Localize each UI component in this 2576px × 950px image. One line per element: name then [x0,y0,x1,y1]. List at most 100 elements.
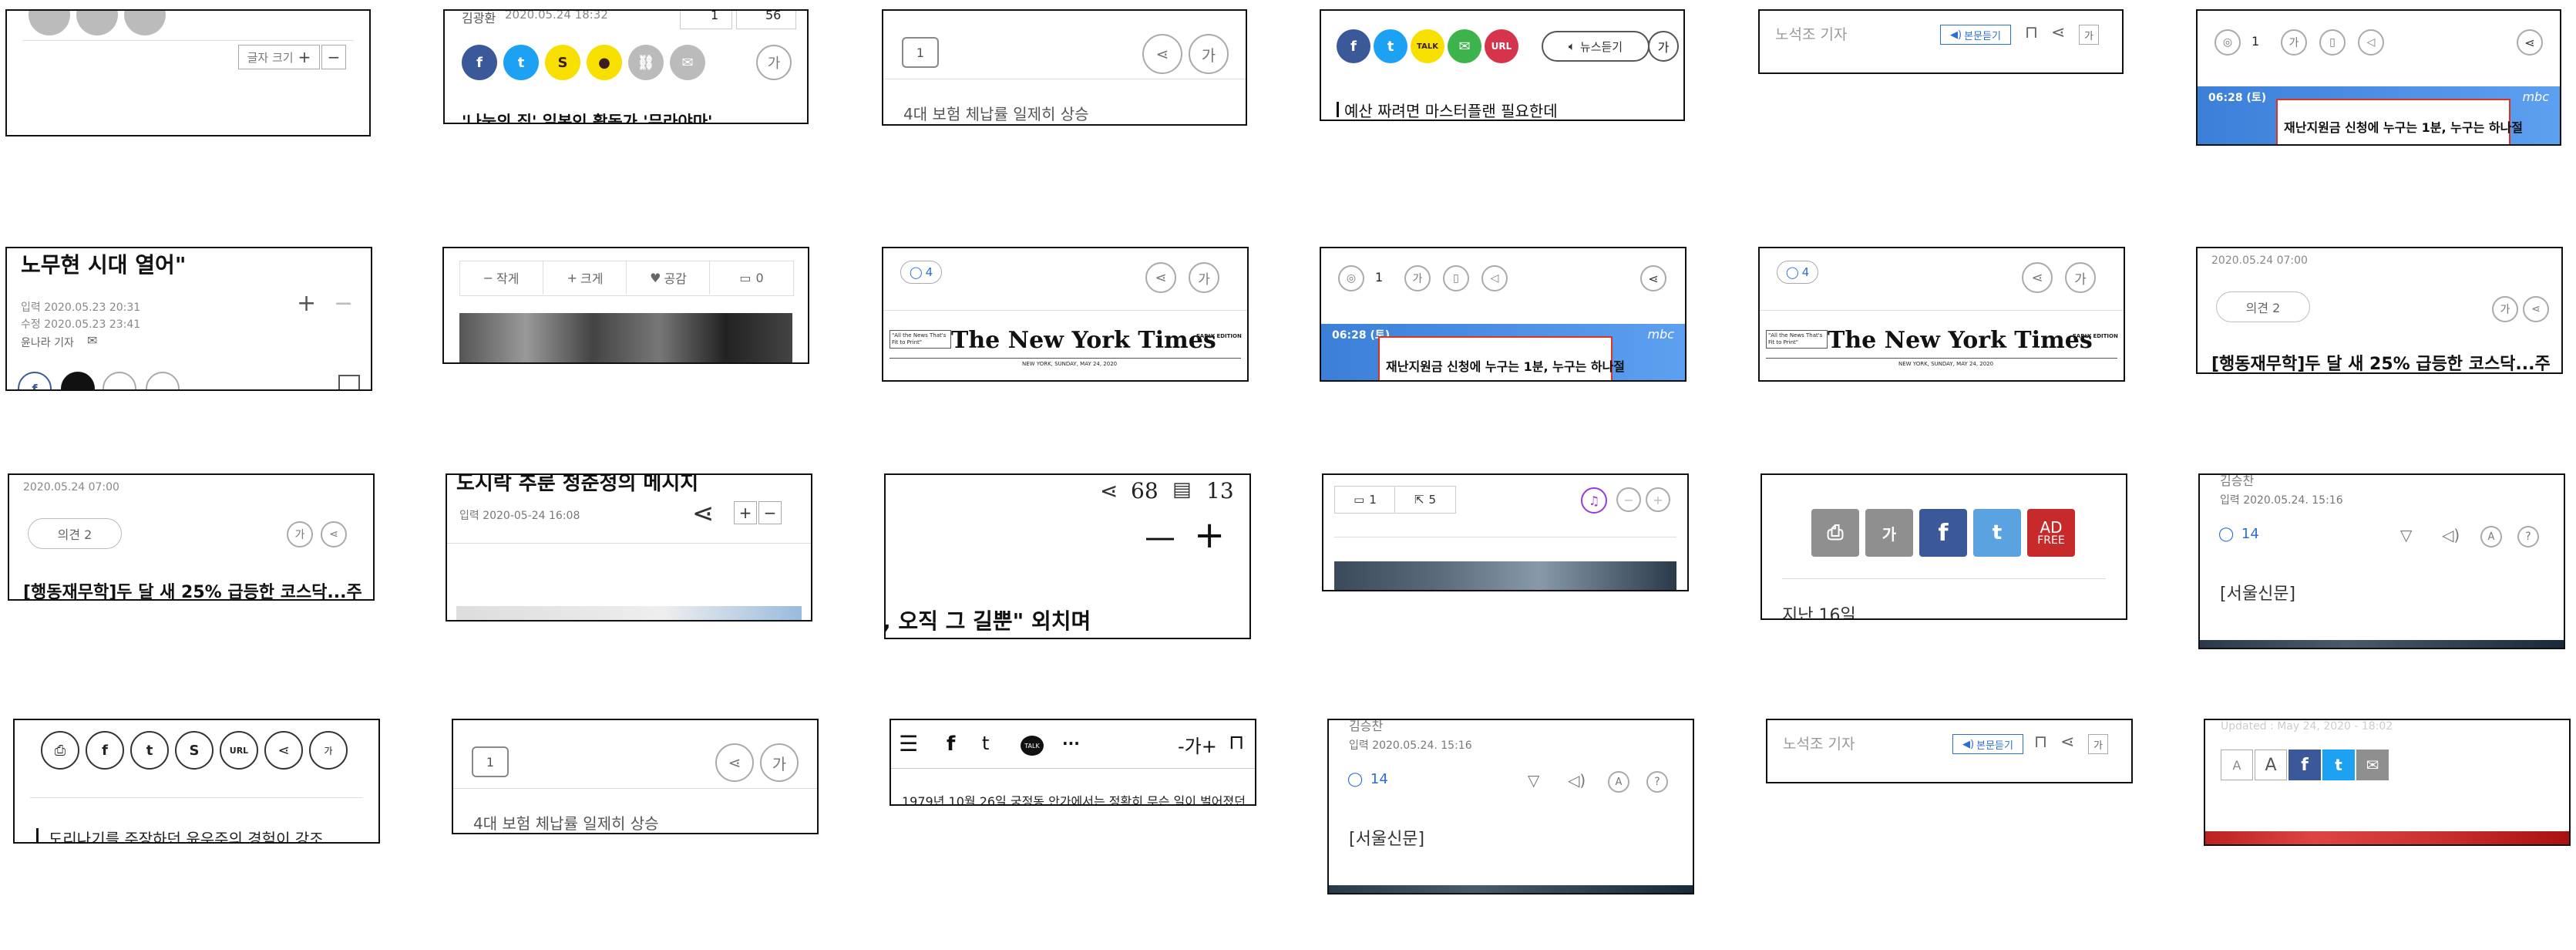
like-button[interactable]: ♥ 공감 [626,261,710,295]
email-icon[interactable]: ✉ [87,333,97,348]
filter-icon[interactable]: ▽ [2400,526,2412,544]
share-icon[interactable]: ⋖ [2517,29,2543,56]
comment-count-button[interactable]: 1 [902,37,939,68]
kakaotalk-icon[interactable]: TALK [1411,29,1444,63]
like-count-badge[interactable] [680,11,732,29]
font-size-plus-button[interactable]: + [1646,487,1670,512]
link-icon[interactable] [103,372,136,389]
font-size-button[interactable]: 가 [1404,265,1431,291]
font-size-minus-button[interactable]: − [1616,487,1641,512]
share-icon[interactable]: ⋖ [321,521,347,547]
comment-count-button[interactable]: ◯ 4 [1777,261,1818,284]
bookmark-icon[interactable]: ⊓ [2025,23,2038,42]
url-copy-icon[interactable]: URL [220,731,258,770]
large-text-button[interactable]: + 크게 [543,261,627,295]
share-icon[interactable]: ⋖ [2022,262,2053,293]
share-icon[interactable]: ⋖ [2051,23,2065,42]
more-icon[interactable] [146,372,180,389]
font-size-button[interactable]: 가 [287,521,313,547]
small-text-button[interactable]: − 작게 [459,261,543,295]
speaker-icon[interactable]: ◁ [1481,265,1508,291]
font-size-plus-button[interactable]: + [734,501,757,524]
email-icon[interactable]: ✉ [2356,750,2389,780]
facebook-icon[interactable]: f [2288,750,2321,780]
facebook-icon[interactable]: f [1337,29,1370,63]
translate-icon[interactable]: A [1608,771,1629,793]
ad-free-button[interactable]: AD FREE [2027,509,2075,557]
twitter-icon[interactable]: t [503,45,539,80]
bookmark-icon[interactable]: ▯ [2319,29,2346,56]
kakaotalk-icon[interactable] [61,372,95,389]
comment-count-button[interactable]: ◯ 4 [900,261,942,284]
font-size-button[interactable]: 가 [756,45,792,80]
share-icon[interactable]: ⋖ [264,731,303,770]
font-size-plus-button[interactable]: + [298,48,311,66]
share-icon[interactable]: ⋖ [1100,478,1118,504]
share-circle-button[interactable] [124,11,166,35]
share-icon[interactable]: ⋖ [1640,265,1666,291]
bookmark-icon[interactable] [338,375,360,389]
url-copy-icon[interactable]: URL [1485,29,1518,63]
headphones-icon[interactable]: ♫ [1581,487,1607,514]
font-size-button[interactable]: 가 [2065,262,2096,293]
share-circle-button[interactable] [29,11,70,35]
share-icon[interactable]: ⋖ [2060,733,2074,752]
font-size-button[interactable]: 가 [2088,734,2108,754]
email-icon[interactable]: ✉ [1448,29,1481,63]
font-size-larger-button[interactable]: A [2255,750,2287,780]
opinion-count-button[interactable]: 의견 2 [2216,291,2310,322]
comment-icon[interactable]: ▤ [1172,478,1192,501]
email-icon[interactable]: ✉ [670,45,705,80]
font-size-button[interactable]: 가 [309,731,348,770]
body-listen-button[interactable]: ◀︎) 본문듣기 [1940,25,2011,45]
font-size-smaller-button[interactable]: A [2221,750,2253,780]
filter-icon[interactable]: ▽ [1528,771,1539,790]
twitter-icon[interactable]: t [982,733,989,754]
twitter-icon[interactable]: t [2322,750,2355,780]
font-size-button[interactable]: 가 [760,743,799,782]
help-icon[interactable]: ? [1646,771,1668,793]
speaker-icon[interactable]: ◁) [1568,771,1586,790]
more-icon[interactable]: ··· [1062,734,1080,753]
link-icon[interactable]: ⛓ [628,45,664,80]
facebook-icon[interactable]: f [1919,509,1967,557]
twitter-icon[interactable]: t [1973,509,2021,557]
comment-icon[interactable]: ◎ [1338,265,1364,291]
share-icon[interactable]: ⋖ [692,498,715,529]
font-size-minus-button[interactable]: − [758,501,782,524]
speaker-icon[interactable]: ◁) [2442,526,2460,544]
news-listen-button[interactable]: 🔈︎ 뉴스듣기 [1542,31,1650,62]
font-size-button[interactable]: 가 [1189,262,1219,293]
font-size-plus-button[interactable]: + [1194,514,1225,557]
kakaotalk-icon[interactable]: ● [587,45,622,80]
speaker-icon[interactable]: ◁ [2358,29,2384,56]
hamburger-icon[interactable]: ☰ [899,731,918,756]
print-icon[interactable]: ⎙ [1811,509,1859,557]
bookmark-icon[interactable]: ▯ [1443,265,1469,291]
share-icon[interactable]: ⋖ [1142,34,1182,74]
font-size-button[interactable]: 가 [2281,29,2307,56]
share-icon[interactable]: ⋖ [715,743,754,782]
facebook-icon[interactable]: f [462,45,497,80]
comment-count-button[interactable]: 1 [472,746,509,777]
font-size-button[interactable]: 가 [1648,31,1679,62]
font-size-minus-button[interactable]: — [1145,520,1175,555]
kakaostory-icon[interactable]: S [545,45,580,80]
font-size-button[interactable]: 가 [2492,296,2518,322]
comment-button[interactable]: ◯ 14 [2218,526,2259,542]
print-icon[interactable]: ⎙ [41,731,79,770]
font-size-minus-button[interactable]: − [334,290,353,317]
body-listen-button[interactable]: ◀︎) 본문듣기 [1952,734,2023,754]
font-size-button[interactable]: 가 [2079,25,2099,45]
twitter-icon[interactable]: t [130,731,169,770]
bookmark-icon[interactable]: ⊓ [2034,733,2047,752]
share-icon[interactable]: ⋖ [2523,296,2549,322]
font-size-control[interactable]: -가+ [1178,731,1217,758]
font-size-button[interactable]: 가 [1189,34,1229,74]
opinion-count-button[interactable]: 의견 2 [28,518,122,549]
font-size-plus-button[interactable]: + [297,290,316,317]
facebook-icon[interactable]: f [18,372,52,389]
font-size-minus-button[interactable]: − [321,45,346,69]
kakaostory-icon[interactable]: S [175,731,214,770]
help-icon[interactable]: ? [2517,526,2539,547]
